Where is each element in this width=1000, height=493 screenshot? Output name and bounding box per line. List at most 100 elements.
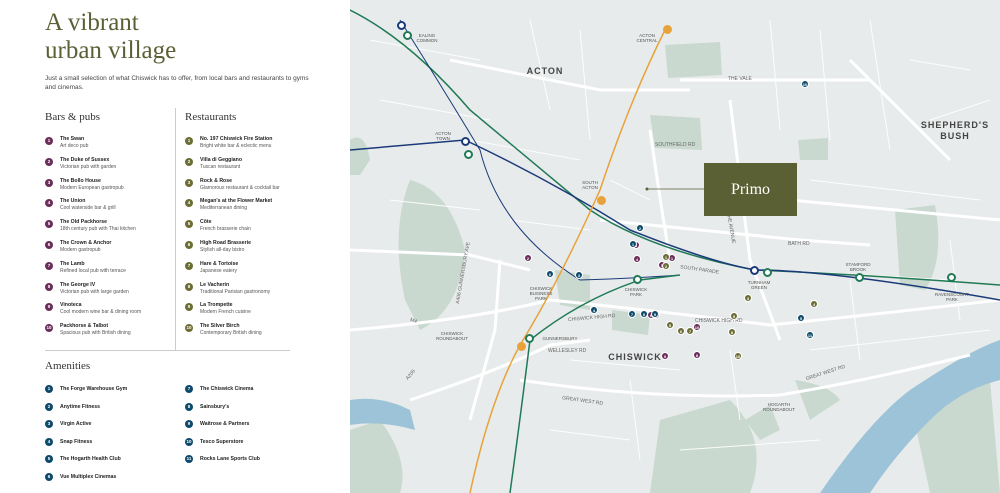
primo-location-dot bbox=[645, 187, 649, 191]
divider-horizontal bbox=[45, 350, 290, 351]
amenity-name: Virgin Active bbox=[60, 421, 92, 427]
amenitie-map-marker-3[interactable]: 3 bbox=[575, 271, 583, 279]
bar-number-badge: 3 bbox=[45, 178, 53, 187]
bar-list-item: 7 The Lamb Refined local pub with terrace bbox=[45, 260, 175, 280]
bar-number-badge: 4 bbox=[45, 199, 53, 208]
heading-line1: A vibrant bbox=[45, 9, 139, 36]
amenitie-map-marker-4[interactable]: 4 bbox=[590, 306, 598, 314]
bar-description: Modern European gastropub bbox=[60, 184, 124, 191]
amenity-list-item: 9 Waitrose & Partners bbox=[185, 420, 315, 438]
amenity-list-item: 8 Sainsbury's bbox=[185, 402, 315, 421]
restaurant-list-item: 9 La Trompette Modern French cuisine bbox=[185, 302, 315, 321]
bar-number-badge: 6 bbox=[45, 241, 53, 249]
restaurant-map-marker-5[interactable]: 5 bbox=[666, 321, 674, 329]
amenitie-map-marker-7[interactable]: 7 bbox=[628, 310, 636, 318]
bar-name: The Lamb bbox=[60, 260, 85, 267]
restaurant-name: Villa di Geggiano bbox=[200, 156, 242, 163]
amenity-name: Waitrose & Partners bbox=[200, 421, 250, 427]
amenity-list-item: 11 Rocks Lane Sports Club bbox=[185, 455, 315, 473]
restaurant-number-badge: 10 bbox=[185, 324, 193, 333]
restaurant-map-marker-4[interactable]: 4 bbox=[810, 300, 818, 308]
bar-list-item: 10 Packhorse & Talbot Spacious pub with Br… bbox=[45, 323, 175, 342]
restaurant-description: Mediterranean dining bbox=[200, 205, 247, 212]
restaurant-map-marker-3[interactable]: 3 bbox=[744, 294, 752, 302]
district-line-branch bbox=[529, 274, 681, 341]
amenitie-map-marker-8[interactable]: 8 bbox=[640, 310, 648, 318]
amenity-number-badge: 1 bbox=[45, 385, 53, 393]
amenitie-map-marker-10[interactable]: 10 bbox=[801, 80, 809, 88]
ealing-common-station-icon bbox=[397, 21, 406, 30]
road-the-vale: THE VALE bbox=[728, 76, 752, 82]
gunnersbury-overground-icon bbox=[517, 342, 526, 351]
bar-map-marker-4[interactable]: 4 bbox=[633, 255, 641, 263]
bar-list-item: 3 The Bollo House Modern European gastropu… bbox=[45, 177, 175, 197]
bars-title: Bars & pubs bbox=[45, 111, 100, 123]
amenitie-map-marker-1[interactable]: 1 bbox=[629, 240, 637, 248]
road-wellesley-rd: WELLESLEY RD bbox=[548, 348, 587, 354]
bar-map-marker-2[interactable]: 2 bbox=[524, 254, 532, 262]
bar-name: The Duke of Sussex bbox=[60, 156, 110, 163]
amenity-name: Rocks Lane Sports Club bbox=[200, 456, 260, 462]
amenity-number-badge: 2 bbox=[45, 402, 53, 411]
amenity-name: Sainsbury's bbox=[200, 403, 230, 410]
bar-description: Cool modern wine bar & dining room bbox=[60, 309, 142, 316]
amenity-number-badge: 10 bbox=[185, 437, 193, 446]
divider-vertical bbox=[175, 108, 176, 350]
amenitie-map-marker-5[interactable]: 5 bbox=[797, 314, 805, 322]
amenity-name: The Chiswick Cinema bbox=[200, 386, 254, 392]
amenitie-map-marker-9[interactable]: 9 bbox=[651, 310, 659, 318]
restaurant-name: Rock & Rose bbox=[200, 177, 232, 184]
restaurant-description: Contemporary British dining bbox=[200, 330, 262, 337]
restaurant-map-marker-6[interactable]: 6 bbox=[677, 327, 685, 335]
area-chiswick: CHISWICK bbox=[608, 352, 662, 362]
bar-name: Vinoteca bbox=[60, 302, 82, 309]
bar-map-marker-9[interactable]: 9 bbox=[661, 352, 669, 360]
bar-name: The Crown & Anchor bbox=[60, 240, 112, 246]
label-south-acton: SOUTH ACTON bbox=[582, 180, 598, 190]
road-bath-rd: BATH RD bbox=[788, 241, 810, 247]
restaurant-list-item: 7 Hare & Tortoise Japanese eatery bbox=[185, 261, 315, 280]
bar-list-item: 4 The Union Cool waterside bar & grill bbox=[45, 198, 175, 217]
restaurant-map-marker-10[interactable]: 10 bbox=[734, 352, 742, 360]
restaurant-name: No. 197 Chiswick Fire Station bbox=[200, 136, 273, 142]
area-map[interactable]: ACTON SHEPHERD'S BUSH CHISWICK EALING CO… bbox=[350, 0, 1000, 493]
restaurant-map-marker-7[interactable]: 7 bbox=[686, 327, 694, 335]
bar-name: The Swan bbox=[60, 136, 85, 142]
restaurant-number-badge: 1 bbox=[185, 137, 193, 145]
bar-number-badge: 5 bbox=[45, 220, 53, 229]
intro-text: Just a small selection of what Chiswick … bbox=[45, 75, 309, 91]
bar-map-marker-8[interactable]: 8 bbox=[693, 351, 701, 359]
turnham-green-station-icon bbox=[750, 266, 759, 275]
restaurant-description: Bright white bar & eclectic menu bbox=[200, 143, 272, 149]
bar-number-badge: 1 bbox=[45, 137, 53, 145]
amenity-number-badge: 7 bbox=[185, 385, 193, 393]
bar-map-marker-10[interactable]: 10 bbox=[693, 323, 701, 331]
map-graphics bbox=[350, 9, 1000, 493]
amenitie-map-marker-11[interactable]: 11 bbox=[806, 331, 814, 339]
primo-development-label[interactable]: Primo bbox=[704, 163, 797, 216]
restaurant-map-marker-8[interactable]: 8 bbox=[728, 328, 736, 336]
restaurant-map-marker-2[interactable]: 2 bbox=[662, 262, 670, 270]
acton-central-station-icon bbox=[663, 25, 672, 34]
restaurant-list-item: 1 No. 197 Chiswick Fire Station Bright whi… bbox=[185, 136, 315, 155]
amenitie-map-marker-2[interactable]: 2 bbox=[636, 224, 644, 232]
label-stamford-brook: STAMFORD BROOK bbox=[845, 262, 871, 272]
amenities-title: Amenities bbox=[45, 360, 91, 372]
restaurant-description: Tuscan restaurant bbox=[200, 163, 241, 170]
bar-list-item: 8 The George IV Victorian pub with large g… bbox=[45, 282, 175, 301]
restaurant-map-marker-9[interactable]: 9 bbox=[730, 312, 738, 320]
restaurant-number-badge: 4 bbox=[185, 199, 193, 208]
label-ealing-common: EALING COMMON bbox=[416, 33, 438, 43]
amenity-name: Tesco Superstore bbox=[200, 438, 244, 445]
amenity-list-item: 10 Tesco Superstore bbox=[185, 437, 315, 456]
restaurant-map-marker-1[interactable]: 1 bbox=[662, 253, 670, 261]
bar-name: The Bollo House bbox=[60, 177, 101, 184]
amenity-number-badge: 3 bbox=[45, 420, 53, 428]
amenitie-map-marker-6[interactable]: 6 bbox=[546, 270, 554, 278]
amenity-list-item: 3 Virgin Active bbox=[45, 420, 175, 438]
bar-list-item: 9 Vinoteca Cool modern wine bar & dining r… bbox=[45, 302, 175, 321]
road-southfield-rd: SOUTHFIELD RD bbox=[655, 142, 696, 148]
amenity-name: The Hogarth Health Club bbox=[60, 456, 121, 462]
restaurant-number-badge: 2 bbox=[185, 157, 193, 166]
bar-description: Art deco pub bbox=[60, 143, 89, 149]
